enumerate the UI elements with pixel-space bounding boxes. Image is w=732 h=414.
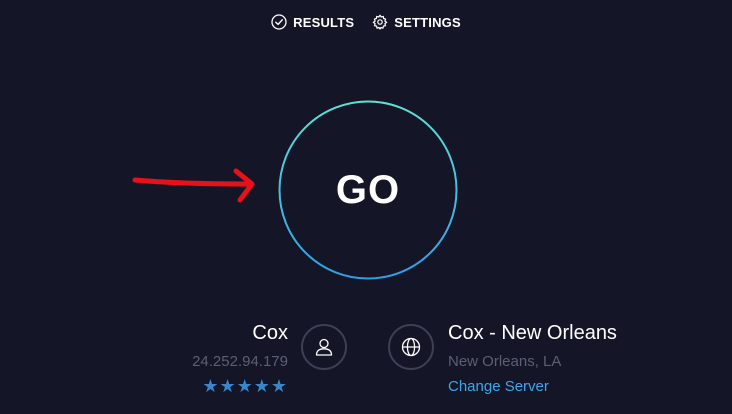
results-nav-item[interactable]: RESULTS <box>271 14 354 30</box>
go-label: GO <box>335 167 401 212</box>
server-info: Cox - New Orleans New Orleans, LA Change… <box>448 322 617 395</box>
go-button[interactable]: GO <box>278 100 458 280</box>
top-nav: RESULTS SETTINGS <box>0 14 732 30</box>
isp-ip-address: 24.252.94.179 <box>192 353 288 370</box>
settings-label: SETTINGS <box>394 14 461 30</box>
server-name: Cox - New Orleans <box>448 322 617 344</box>
annotation-arrow <box>132 168 255 203</box>
isp-info: Cox 24.252.94.179 ★★★★★ <box>192 322 288 397</box>
isp-name: Cox <box>252 322 288 344</box>
change-server-link[interactable]: Change Server <box>448 378 617 395</box>
gear-icon <box>372 14 388 30</box>
server-location: New Orleans, LA <box>448 353 562 370</box>
settings-nav-item[interactable]: SETTINGS <box>372 14 461 30</box>
user-icon <box>301 324 347 370</box>
globe-icon[interactable] <box>388 324 434 370</box>
check-circle-icon <box>271 14 287 30</box>
results-label: RESULTS <box>293 14 355 30</box>
isp-rating-stars: ★★★★★ <box>202 376 288 396</box>
